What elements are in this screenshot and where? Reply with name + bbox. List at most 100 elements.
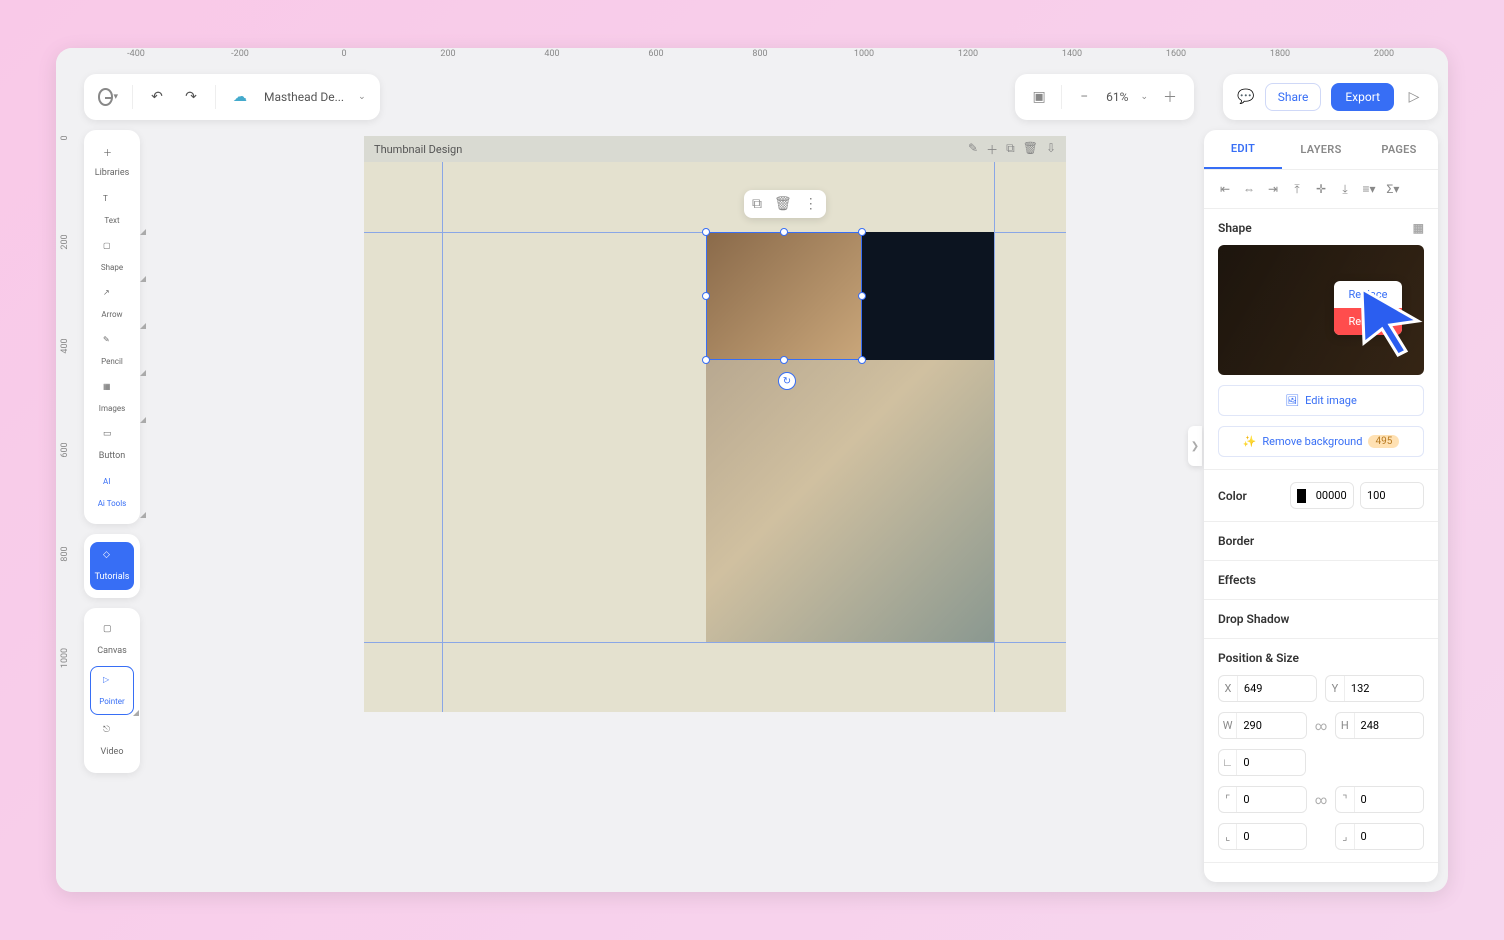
tool-button[interactable]: ▭Button xyxy=(84,421,140,469)
cloud-sync-icon[interactable]: ☁ xyxy=(230,87,250,107)
frame-icon[interactable]: ▣ xyxy=(1029,87,1049,107)
section-border[interactable]: Border xyxy=(1204,522,1438,561)
canvas-dark-rect[interactable] xyxy=(862,232,994,360)
trash-icon[interactable]: 🗑 xyxy=(774,196,792,212)
tool-images[interactable]: ▦Images xyxy=(84,374,140,421)
zoom-in-button[interactable]: ＋ xyxy=(1160,87,1180,107)
panel-collapse-handle[interactable]: ❯ xyxy=(1188,426,1202,466)
artboard[interactable]: ↻ xyxy=(364,162,1066,712)
resize-handle[interactable] xyxy=(702,292,710,300)
tool-label: Ai Tools xyxy=(98,499,127,508)
radius-br-input[interactable] xyxy=(1355,824,1423,849)
logo-menu[interactable]: ▾ xyxy=(98,87,118,107)
selection-toolbar: ⧉ 🗑 ⋮ xyxy=(744,190,826,218)
color-hex-input[interactable] xyxy=(1310,483,1353,508)
rotation-icon: ∟ xyxy=(1219,750,1237,775)
radius-bl-input[interactable] xyxy=(1237,824,1305,849)
trash-icon[interactable]: 🗑 xyxy=(1023,141,1038,158)
rotate-handle[interactable]: ↻ xyxy=(778,372,796,390)
tool-label: Text xyxy=(104,216,119,225)
align-top-icon[interactable]: ⤒ xyxy=(1288,180,1306,198)
section-position-size: Position & Size X Y W ∞ H ∟ ⌜ ∞ ⌝ xyxy=(1204,639,1438,863)
tab-layers[interactable]: LAYERS xyxy=(1282,130,1360,169)
tool-label: Canvas xyxy=(97,646,127,656)
tool-label: Button xyxy=(99,451,125,461)
w-input[interactable] xyxy=(1237,713,1305,738)
distribute-v-icon[interactable]: Σ▾ xyxy=(1384,180,1402,198)
x-input[interactable] xyxy=(1238,676,1316,701)
tool-pointer[interactable]: ▷Pointer xyxy=(90,666,134,715)
align-bottom-icon[interactable]: ⤓ xyxy=(1336,180,1354,198)
add-icon[interactable]: ＋ xyxy=(986,141,998,158)
undo-button[interactable]: ↶ xyxy=(147,87,167,107)
copy-icon[interactable]: ⧉ xyxy=(752,196,762,212)
ruler-tick: 0 xyxy=(341,49,346,59)
download-icon[interactable]: ⇩ xyxy=(1046,141,1056,158)
align-right-icon[interactable]: ⇥ xyxy=(1264,180,1282,198)
ruler-tick: 800 xyxy=(752,49,767,59)
canvas-container: Thumbnail Design ✎ ＋ ⧉ 🗑 ⇩ xyxy=(364,136,1066,776)
cursor-pointer-graphic xyxy=(1354,285,1432,363)
tool-text[interactable]: TText xyxy=(84,186,140,233)
resize-handle[interactable] xyxy=(858,292,866,300)
file-dropdown-icon[interactable]: ⌄ xyxy=(358,92,366,102)
align-center-v-icon[interactable]: ✛ xyxy=(1312,180,1330,198)
section-effects[interactable]: Effects xyxy=(1204,561,1438,600)
shape-preview[interactable]: Replace Remove xyxy=(1218,245,1424,375)
y-input[interactable] xyxy=(1345,676,1423,701)
wand-icon: ✨ xyxy=(1243,435,1257,448)
file-name[interactable]: Masthead De... xyxy=(264,90,344,104)
tab-pages[interactable]: PAGES xyxy=(1360,130,1438,169)
color-opacity-input[interactable] xyxy=(1361,483,1423,508)
radius-tl-input[interactable] xyxy=(1237,787,1305,812)
share-button[interactable]: Share xyxy=(1265,83,1322,111)
align-left-icon[interactable]: ⇤ xyxy=(1216,180,1234,198)
section-drop-shadow[interactable]: Drop Shadow xyxy=(1204,600,1438,639)
drop-shadow-label: Drop Shadow xyxy=(1218,612,1289,626)
color-opacity-field[interactable] xyxy=(1360,482,1424,509)
rotation-input[interactable] xyxy=(1237,750,1305,775)
tool-arrow[interactable]: ↗Arrow xyxy=(84,280,140,327)
tool-shape[interactable]: ▢Shape xyxy=(84,233,140,280)
canvas-photo-couple[interactable] xyxy=(706,360,994,642)
more-icon[interactable]: ⋮ xyxy=(804,196,818,212)
play-icon[interactable]: ▷ xyxy=(1404,87,1424,107)
link-radius-icon[interactable]: ∞ xyxy=(1315,786,1327,813)
zoom-dropdown-icon[interactable]: ⌄ xyxy=(1140,92,1148,102)
link-wh-icon[interactable]: ∞ xyxy=(1315,712,1327,739)
resize-handle[interactable] xyxy=(780,356,788,364)
comment-icon[interactable]: 💬 xyxy=(1237,89,1254,105)
radius-bl-icon: ⌞ xyxy=(1219,824,1237,849)
align-center-h-icon[interactable]: ⇔ xyxy=(1240,180,1258,198)
edit-icon[interactable]: ✎ xyxy=(968,141,978,158)
resize-handle[interactable] xyxy=(858,356,866,364)
resize-handle[interactable] xyxy=(702,228,710,236)
resize-handle[interactable] xyxy=(858,228,866,236)
tool-canvas[interactable]: ▢Canvas xyxy=(84,616,140,664)
tool-pencil[interactable]: ✎Pencil xyxy=(84,327,140,374)
color-hex-field[interactable] xyxy=(1290,482,1354,509)
distribute-h-icon[interactable]: ≡▾ xyxy=(1360,180,1378,198)
tool-ai[interactable]: AIAi Tools xyxy=(84,469,140,516)
section-color: Color xyxy=(1204,470,1438,522)
tab-edit[interactable]: EDIT xyxy=(1204,130,1282,169)
color-swatch[interactable] xyxy=(1297,489,1306,503)
ruler-horizontal: -400 -200 0 200 400 600 800 1000 1200 14… xyxy=(56,48,1448,66)
zoom-value[interactable]: 61% xyxy=(1106,90,1128,104)
resize-handle[interactable] xyxy=(780,228,788,236)
h-input[interactable] xyxy=(1355,713,1423,738)
zoom-out-button[interactable]: − xyxy=(1074,87,1094,107)
tool-tutorials[interactable]: ◇Tutorials xyxy=(90,542,134,590)
tool-libraries[interactable]: ＋Libraries xyxy=(84,138,140,186)
remove-bg-button[interactable]: ✨ Remove background 495 xyxy=(1218,426,1424,457)
radius-tr-input[interactable] xyxy=(1355,787,1423,812)
tool-video[interactable]: ⎋Video xyxy=(84,717,140,765)
redo-button[interactable]: ↷ xyxy=(181,87,201,107)
canvas-photo-selected[interactable] xyxy=(706,232,862,360)
export-button[interactable]: Export xyxy=(1331,83,1394,111)
copy-icon[interactable]: ⧉ xyxy=(1006,141,1015,158)
resize-handle[interactable] xyxy=(702,356,710,364)
edit-image-button[interactable]: 🖼 Edit image xyxy=(1218,385,1424,416)
grid-icon[interactable]: ▦ xyxy=(1413,221,1424,235)
tool-label: Images xyxy=(99,404,125,413)
